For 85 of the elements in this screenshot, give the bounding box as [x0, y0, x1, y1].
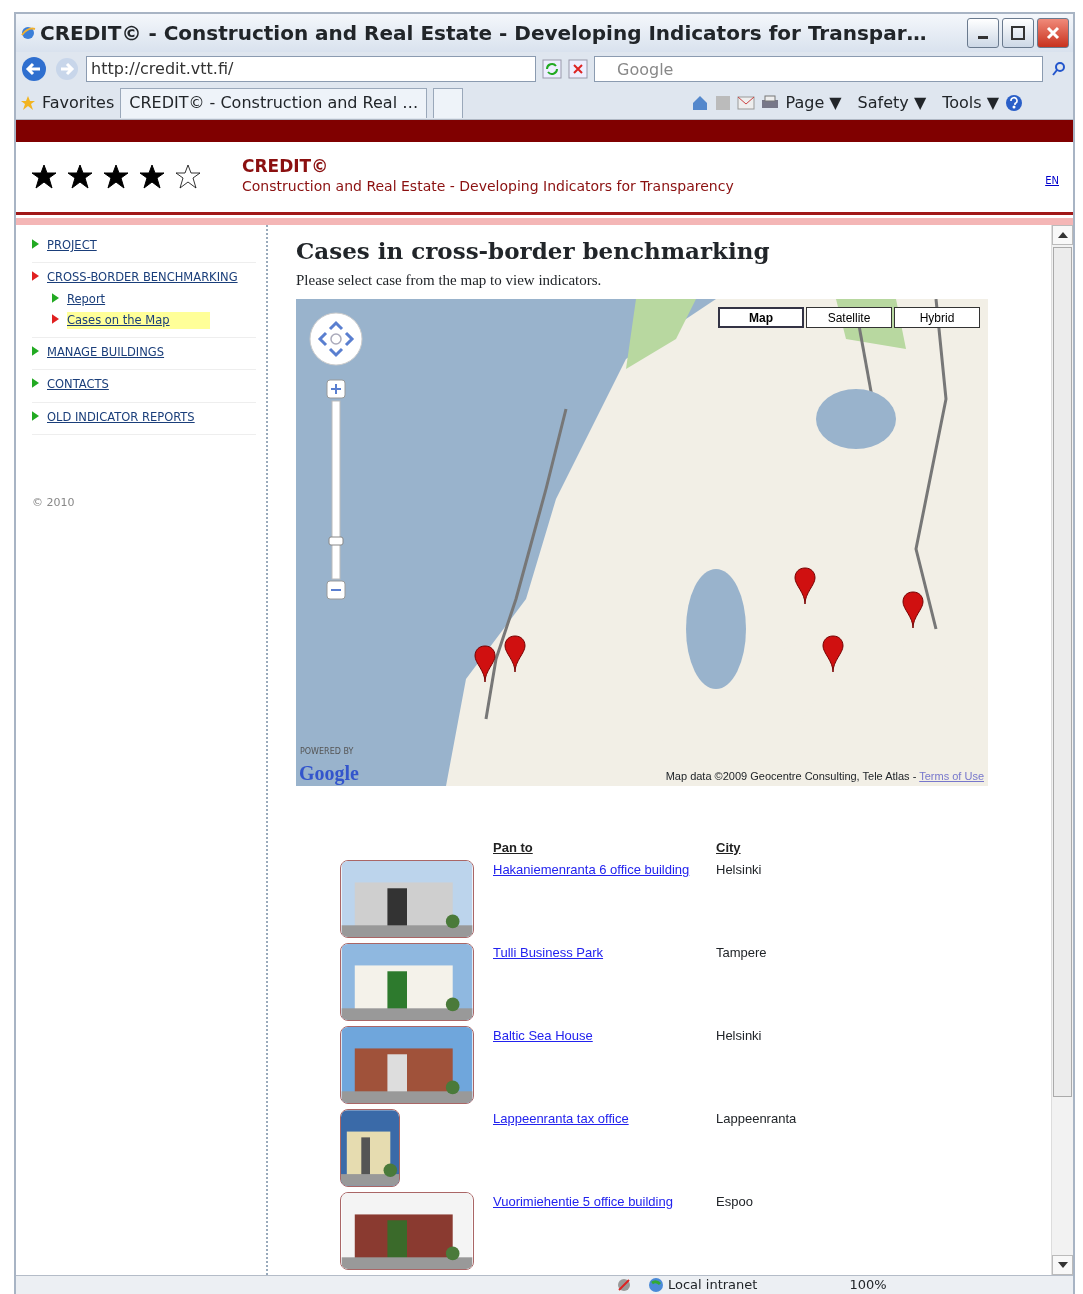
page-heading: Cases in cross-border benchmarking — [296, 237, 771, 265]
down-arrow-icon — [1057, 1262, 1068, 1268]
menu-button[interactable]: Tools ▼ — [942, 90, 999, 115]
help-icon[interactable] — [1005, 93, 1023, 112]
column-header: Pan to — [493, 840, 533, 856]
attribution-text: Map data ©2009 Geocentre Consulting, Tele Atlas - — [665, 769, 918, 782]
arrow-icon — [52, 313, 59, 324]
star-icon — [138, 163, 166, 191]
scroll-up-button[interactable] — [1052, 225, 1073, 245]
arrow-icon — [32, 378, 39, 389]
address-field[interactable]: http://credit.vtt.fi/ — [86, 56, 536, 82]
browser-tab[interactable]: CREDIT© - Construction and Real … — [120, 87, 428, 118]
star-icon[interactable] — [20, 94, 36, 111]
case-link[interactable]: Tulli Business Park — [493, 945, 604, 961]
star-icon — [174, 163, 202, 191]
favorites-button[interactable]: Favorites — [42, 90, 115, 115]
column-header: City — [716, 840, 741, 856]
marker-icon[interactable] — [504, 635, 526, 674]
copyright-text: © 2010 — [32, 494, 75, 511]
back-icon[interactable] — [20, 55, 48, 83]
close-button[interactable] — [1037, 18, 1069, 48]
site-subtitle: Construction and Real Estate - Developing Indicators for Transparency — [242, 176, 734, 196]
map-type-tab[interactable]: Hybrid — [894, 307, 980, 329]
stop-icon[interactable] — [568, 59, 588, 79]
up-arrow-icon — [1057, 232, 1068, 238]
arrow-icon — [32, 271, 39, 282]
star-icon — [66, 163, 94, 191]
menu-button[interactable]: Page ▼ — [785, 90, 842, 115]
window-title: CREDIT© - Construction and Real Estate - Developing Indicators for Transpar… — [40, 20, 928, 47]
case-link[interactable]: Lappeenranta tax office — [493, 1111, 629, 1127]
menu-button[interactable]: Safety ▼ — [857, 90, 927, 115]
zoom-level[interactable]: 100% — [849, 1275, 887, 1294]
marker-icon[interactable] — [794, 567, 816, 606]
refresh-icon[interactable] — [542, 59, 562, 79]
pan-control[interactable] — [308, 311, 364, 368]
city-text: Tampere — [716, 945, 767, 961]
nav-link[interactable]: Report — [67, 290, 106, 308]
arrow-icon — [52, 292, 59, 303]
city-text: Helsinki — [716, 1028, 762, 1044]
search-field[interactable]: Google — [594, 56, 1043, 82]
city-text: Lappeenranta — [716, 1111, 797, 1127]
zoom-slider[interactable] — [328, 400, 344, 580]
maximize-icon — [1011, 26, 1025, 40]
nav-link[interactable]: Cases on the Map — [67, 311, 210, 329]
case-link[interactable]: Vuorimiehentie 5 office building — [493, 1194, 673, 1210]
intro-text: Please select case from the map to view indicators. — [296, 270, 603, 290]
powered-by-text: POWERED BY — [300, 748, 354, 757]
nav-link[interactable]: OLD INDICATOR REPORTS — [47, 408, 195, 426]
home-icon[interactable] — [691, 93, 710, 112]
zone-text: Local intranet — [668, 1276, 758, 1294]
close-icon — [1046, 26, 1060, 40]
star-icon — [102, 163, 130, 191]
city-text: Espoo — [716, 1194, 753, 1210]
marker-icon[interactable] — [474, 645, 496, 684]
case-link[interactable]: Baltic Sea House — [493, 1028, 593, 1044]
star-icon — [30, 163, 58, 191]
site-title: CREDIT© — [242, 157, 330, 176]
zoom-out-button[interactable] — [326, 580, 346, 600]
arrow-icon — [32, 346, 39, 356]
city-text: Helsinki — [716, 862, 762, 878]
map-type-tab[interactable]: Satellite — [806, 307, 892, 329]
terms-link[interactable]: Terms of Use — [919, 769, 984, 782]
mail-icon[interactable] — [737, 95, 756, 110]
security-icon — [616, 1277, 632, 1293]
printer-icon[interactable] — [761, 94, 780, 111]
minimize-button[interactable] — [967, 18, 999, 48]
arrow-icon — [32, 239, 39, 249]
nav-link[interactable]: MANAGE BUILDINGS — [47, 344, 165, 362]
scroll-down-button[interactable] — [1052, 1255, 1073, 1275]
language-link[interactable]: EN — [1045, 173, 1059, 188]
zoom-in-button[interactable] — [326, 379, 346, 399]
minimize-icon — [978, 35, 988, 39]
browser-icon — [20, 25, 36, 41]
nav-link[interactable]: CROSS-BORDER BENCHMARKING — [47, 269, 238, 287]
arrow-icon — [32, 410, 39, 421]
nav-link[interactable]: PROJECT — [47, 237, 97, 255]
maximize-button[interactable] — [1002, 18, 1034, 48]
map-type-tab[interactable]: Map — [718, 307, 804, 329]
case-link[interactable]: Hakaniemenranta 6 office building — [493, 862, 690, 878]
google-logo: Google — [299, 762, 359, 785]
marker-icon[interactable] — [902, 591, 924, 630]
scrollbar-thumb[interactable] — [1053, 247, 1072, 1097]
marker-icon[interactable] — [822, 635, 844, 674]
globe-icon — [648, 1277, 664, 1293]
nav-link[interactable]: CONTACTS — [47, 376, 109, 394]
